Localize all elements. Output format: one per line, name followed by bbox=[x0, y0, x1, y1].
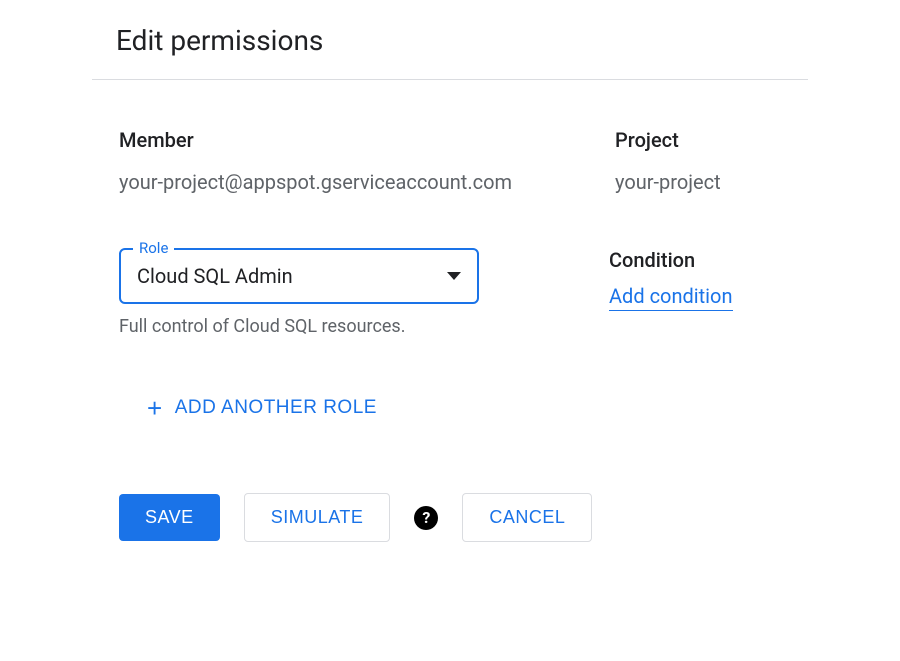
role-block: Role Cloud SQL Admin Full control of Clo… bbox=[119, 248, 479, 337]
help-icon[interactable]: ? bbox=[414, 506, 438, 530]
add-condition-link[interactable]: Add condition bbox=[609, 284, 733, 311]
role-row: Role Cloud SQL Admin Full control of Clo… bbox=[119, 248, 900, 337]
condition-block: Condition Add condition bbox=[609, 248, 733, 308]
panel-header: Edit permissions bbox=[0, 24, 900, 79]
role-select[interactable]: Role Cloud SQL Admin bbox=[119, 248, 479, 304]
add-another-role-button[interactable]: + ADD ANOTHER ROLE bbox=[147, 395, 377, 421]
member-field: Member your-project@appspot.gserviceacco… bbox=[119, 128, 559, 194]
role-description: Full control of Cloud SQL resources. bbox=[119, 316, 479, 337]
page-title: Edit permissions bbox=[116, 24, 900, 57]
save-button[interactable]: SAVE bbox=[119, 494, 220, 541]
member-label: Member bbox=[119, 128, 559, 152]
simulate-button[interactable]: SIMULATE bbox=[244, 493, 391, 542]
role-selected-value: Cloud SQL Admin bbox=[137, 264, 447, 288]
chevron-down-icon bbox=[447, 272, 461, 280]
condition-label: Condition bbox=[609, 248, 733, 272]
project-value: your-project bbox=[615, 170, 721, 194]
edit-permissions-panel: Edit permissions Member your-project@app… bbox=[0, 0, 900, 542]
identity-row: Member your-project@appspot.gserviceacco… bbox=[119, 128, 900, 194]
plus-icon: + bbox=[147, 395, 163, 421]
cancel-button[interactable]: CANCEL bbox=[462, 493, 592, 542]
project-label: Project bbox=[615, 128, 721, 152]
project-field: Project your-project bbox=[615, 128, 721, 194]
add-role-label: ADD ANOTHER ROLE bbox=[175, 397, 377, 419]
member-value: your-project@appspot.gserviceaccount.com bbox=[119, 170, 512, 194]
role-floating-label: Role bbox=[133, 239, 174, 257]
panel-content: Member your-project@appspot.gserviceacco… bbox=[0, 80, 900, 542]
action-buttons: SAVE SIMULATE ? CANCEL bbox=[119, 493, 900, 542]
